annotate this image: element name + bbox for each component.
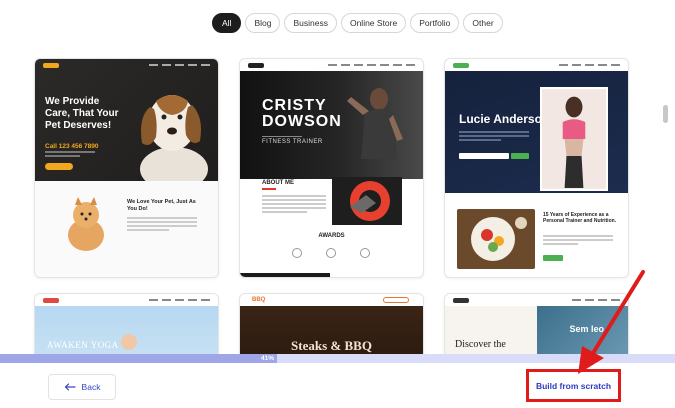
pet-phone: Call 123 456 7890 [45, 143, 99, 150]
fitness-role: FITNESS TRAINER [262, 139, 323, 145]
pet-lower: We Love Your Pet, Just As You Do! [35, 181, 218, 277]
scrollbar-thumb[interactable] [663, 105, 668, 123]
bbq-headline: Steaks & BBQ [291, 338, 372, 353]
footer-strip [240, 273, 330, 277]
logo [43, 297, 59, 303]
nav-links [149, 64, 210, 66]
text-lines [45, 151, 95, 159]
mini-nav [445, 294, 628, 306]
text-lines [262, 195, 326, 215]
trainer-hero: Lucie Anderson [445, 71, 628, 193]
pomeranian-image [68, 197, 104, 251]
nav-links [559, 64, 620, 66]
trainer-image [540, 87, 608, 191]
trainer-name: Lucie Anderson [459, 112, 550, 126]
back-label: Back [81, 382, 101, 392]
award-icon [292, 248, 302, 258]
pet-cta [45, 163, 73, 170]
template-picker: All Blog Business Online Store Portfolio… [0, 0, 675, 408]
pet-hero: We Provide Care, That Your Pet Deserves!… [35, 59, 218, 181]
build-from-scratch-label: Build from scratch [535, 380, 612, 391]
about-heading: ABOUT ME [262, 180, 294, 186]
template-card-pet-care[interactable]: We Provide Care, That Your Pet Deserves!… [34, 58, 219, 278]
progress-percent: 41% [260, 355, 274, 362]
filter-other[interactable]: Other [463, 13, 503, 33]
award-icon [326, 248, 336, 258]
template-card-personal-trainer[interactable]: Lucie Anderson 15 Years of Experience as… [444, 58, 629, 278]
dog-image [140, 95, 208, 181]
food-image [457, 209, 535, 269]
logo [248, 62, 264, 68]
fitness-name-last: DOWSON [262, 113, 342, 130]
yoga-person-image [121, 334, 137, 350]
logo [43, 62, 59, 68]
loading-progress-bar: 41% [0, 354, 675, 363]
signup-form [459, 153, 529, 159]
filter-business[interactable]: Business [284, 13, 337, 33]
logo [453, 62, 469, 68]
mini-nav [240, 59, 423, 71]
mini-nav [445, 59, 628, 71]
nav-links [328, 64, 415, 66]
fitness-hero: CRISTY DOWSON FITNESS TRAINER [240, 71, 423, 179]
workout-image [332, 177, 402, 225]
category-filters: All Blog Business Online Store Portfolio… [212, 13, 503, 33]
filter-portfolio[interactable]: Portfolio [410, 13, 460, 33]
filter-online-store[interactable]: Online Store [340, 13, 407, 33]
footer-actions: Back Build from scratch [0, 363, 675, 408]
mini-nav [35, 59, 218, 71]
yoga-headline: AWAKEN YOGA [47, 340, 119, 350]
about-underline [262, 188, 276, 190]
mini-nav [35, 294, 218, 306]
filter-all[interactable]: All [212, 13, 242, 33]
build-from-scratch-button[interactable]: Build from scratch [526, 369, 621, 402]
text-lines [459, 131, 529, 143]
text-lines [543, 235, 613, 247]
trainer-headline: 15 Years of Experience as a Personal Tra… [543, 212, 617, 224]
awards-heading: AWARDS [318, 233, 345, 239]
pet-subhead: We Love Your Pet, Just As You Do! [127, 199, 196, 212]
arrow-left-icon [64, 383, 76, 391]
template-card-fitness-trainer[interactable]: CRISTY DOWSON FITNESS TRAINER ABOUT ME A… [239, 58, 424, 278]
bbq-logo: BBQ [252, 297, 266, 303]
divider [262, 136, 302, 137]
travel-overlay-text: Sem leo [569, 324, 604, 334]
travel-headline: Discover the [455, 339, 506, 350]
award-icon [360, 248, 370, 258]
award-icons [292, 248, 370, 258]
trainer-cta [543, 255, 563, 261]
pet-headline: We Provide Care, That Your Pet Deserves! [45, 96, 119, 131]
filter-blog[interactable]: Blog [245, 13, 281, 33]
back-button[interactable]: Back [48, 374, 116, 400]
bbq-nav-button [383, 297, 409, 303]
logo [453, 297, 469, 303]
text-lines [127, 217, 197, 233]
athlete-image [347, 88, 403, 159]
